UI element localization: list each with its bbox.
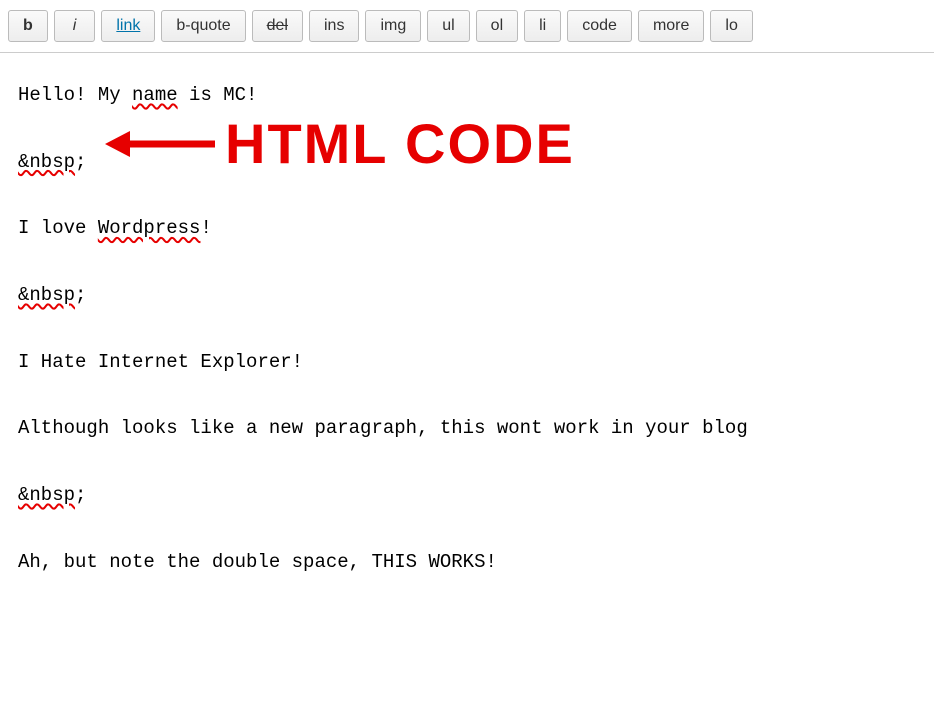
ins-button[interactable]: ins [309,10,359,42]
ul-button[interactable]: ul [427,10,469,42]
editor-toolbar: b i link b-quote del ins img ul ol li co… [0,0,934,53]
editor-line: Hello! My name is MC! [18,83,916,108]
spell-error: &nbsp [18,151,75,173]
link-button[interactable]: link [101,10,155,42]
lookup-button[interactable]: lo [710,10,752,42]
bold-button[interactable]: b [8,10,48,42]
li-button[interactable]: li [524,10,561,42]
editor-line: I love Wordpress! [18,216,916,241]
del-button[interactable]: del [252,10,303,42]
spell-error: Wordpress [98,217,201,239]
ol-button[interactable]: ol [476,10,518,42]
editor-line: &nbsp; [18,150,916,175]
code-button[interactable]: code [567,10,632,42]
italic-button[interactable]: i [54,10,96,42]
blockquote-button[interactable]: b-quote [161,10,245,42]
spell-error: &nbsp [18,484,75,506]
img-button[interactable]: img [365,10,421,42]
spell-error: name [132,84,178,106]
spell-error: &nbsp [18,284,75,306]
editor-textarea[interactable]: Hello! My name is MC! &nbsp; I love Word… [0,53,934,605]
editor-line: Ah, but note the double space, THIS WORK… [18,550,916,575]
editor-line: I Hate Internet Explorer! [18,350,916,375]
editor-line: &nbsp; [18,283,916,308]
more-button[interactable]: more [638,10,704,42]
editor-line: Although looks like a new paragraph, thi… [18,416,916,441]
editor-line: &nbsp; [18,483,916,508]
